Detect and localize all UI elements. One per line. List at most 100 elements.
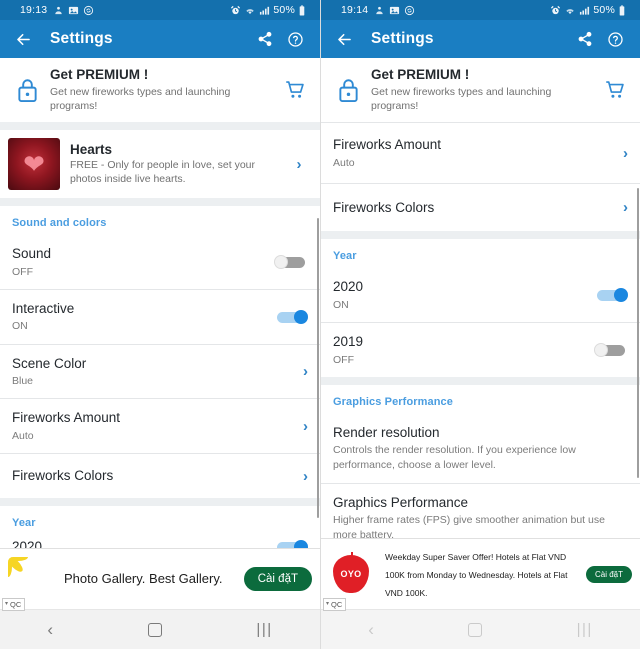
share-icon: [578, 31, 592, 47]
row-title: Fireworks Colors: [333, 199, 435, 215]
setting-row-year-2020[interactable]: 2020 ON: [321, 268, 640, 323]
section-header-sound-and-colors: Sound and colors: [0, 206, 320, 236]
premium-subtitle: Get new fireworks types and launching pr…: [371, 85, 552, 113]
row-text-block: 2020 ON: [333, 278, 586, 312]
ad-qc-badge[interactable]: ▾ QC: [323, 598, 347, 611]
row-title: Scene Color: [12, 355, 87, 371]
setting-row-scene-color[interactable]: Scene Color Blue ›: [0, 344, 320, 399]
row-title: 2019: [333, 334, 364, 350]
nav-recents-icon[interactable]: |||: [577, 621, 593, 638]
row-text-block: Fireworks Colors: [333, 199, 615, 217]
vertical-scrollbar[interactable]: [636, 188, 639, 478]
row-value: OFF: [12, 265, 33, 278]
get-premium-banner[interactable]: Get PREMIUM ! Get new fireworks types an…: [321, 58, 640, 123]
row-control[interactable]: [594, 343, 628, 358]
row-title: Fireworks Amount: [12, 410, 121, 426]
row-control[interactable]: [274, 309, 308, 324]
row-value: ON: [333, 299, 349, 312]
app-bar: Settings: [321, 20, 640, 58]
setting-row-render-resolution[interactable]: Render resolution Controls the render re…: [321, 413, 640, 483]
setting-row-year-2019[interactable]: 2019 OFF: [321, 323, 640, 377]
qc-label: QC: [10, 600, 22, 609]
premium-title: Get PREMIUM !: [50, 67, 149, 82]
row-control[interactable]: [274, 255, 308, 270]
ad-headline: Photo Gallery. Best Gallery.: [64, 571, 223, 586]
oyo-badge: OYO: [333, 552, 369, 593]
nav-back-icon[interactable]: ‹: [47, 620, 53, 640]
setting-row-graphics-performance[interactable]: Graphics Performance Higher frame rates …: [321, 483, 640, 538]
sync-icon: [405, 5, 415, 15]
ad-banner[interactable]: Photo Gallery. Best Gallery. Cài đặT ▾ Q…: [0, 548, 320, 611]
battery-icon: [619, 4, 625, 16]
nav-recents-icon[interactable]: |||: [256, 621, 272, 638]
nav-home-icon[interactable]: [468, 622, 483, 637]
signal-icon: [580, 6, 590, 15]
nav-home-icon[interactable]: [147, 622, 162, 637]
year-2020-toggle[interactable]: [594, 288, 628, 303]
premium-text-block: Get PREMIUM ! Get new fireworks types an…: [50, 67, 280, 113]
system-navigation-bar: ‹ |||: [321, 609, 640, 649]
share-button[interactable]: [250, 31, 280, 47]
share-button[interactable]: [570, 31, 600, 47]
help-button[interactable]: [280, 31, 310, 48]
row-control[interactable]: [594, 288, 628, 303]
lock-icon: [12, 78, 42, 103]
hearts-promo-row[interactable]: ❤ Hearts FREE - Only for people in love,…: [0, 130, 320, 199]
lock-icon: [333, 78, 363, 103]
setting-row-year-2020[interactable]: 2020: [0, 535, 320, 548]
row-value: Auto: [12, 429, 34, 442]
back-button[interactable]: [10, 30, 36, 49]
hearts-subtitle: FREE - Only for people in love, set your…: [70, 158, 255, 186]
row-title: Interactive: [12, 300, 75, 316]
setting-row-sound[interactable]: Sound OFF: [0, 235, 320, 289]
setting-row-fireworks-amount[interactable]: Fireworks Amount Auto ›: [321, 123, 640, 183]
ad-headline: Weekday Super Saver Offer! Hotels at Fla…: [385, 552, 568, 598]
setting-row-fireworks-colors[interactable]: Fireworks Colors ›: [321, 183, 640, 232]
year-2020-toggle[interactable]: [274, 540, 308, 548]
ad-banner[interactable]: OYO Weekday Super Saver Offer! Hotels at…: [321, 538, 640, 611]
setting-row-fireworks-colors[interactable]: Fireworks Colors ›: [0, 454, 320, 499]
shopping-cart-button[interactable]: [600, 80, 630, 100]
phone-screen-left: 19:13 50% Settings Get PREMIUM ! Get new…: [0, 0, 320, 649]
shopping-cart-icon: [286, 81, 304, 98]
row-control[interactable]: [274, 540, 308, 548]
battery-percent-label: 50%: [593, 4, 615, 16]
shopping-cart-button[interactable]: [280, 80, 310, 100]
year-2019-toggle[interactable]: [594, 343, 628, 358]
settings-scroll-area[interactable]: Get PREMIUM ! Get new fireworks types an…: [321, 58, 640, 538]
row-title: Sound: [12, 246, 52, 262]
ad-install-button[interactable]: Cài đặT: [585, 565, 632, 583]
app-bar: Settings: [0, 20, 320, 58]
section-divider: [0, 198, 320, 207]
row-text-block: 2019 OFF: [333, 333, 586, 367]
premium-text-block: Get PREMIUM ! Get new fireworks types an…: [371, 67, 600, 113]
settings-scroll-area[interactable]: Get PREMIUM ! Get new fireworks types an…: [0, 58, 320, 548]
ad-qc-badge[interactable]: ▾ QC: [2, 598, 26, 611]
vertical-scrollbar[interactable]: [316, 218, 319, 518]
wifi-icon: [566, 8, 575, 14]
help-button[interactable]: [600, 31, 630, 48]
row-title: Graphics Performance: [333, 494, 469, 510]
oyo-app-icon: OYO: [329, 552, 373, 596]
row-description: Controls the render resolution. If you e…: [333, 444, 576, 472]
row-text-block: Sound OFF: [12, 245, 266, 279]
chevron-right-icon: ›: [303, 363, 308, 381]
back-button[interactable]: [331, 30, 357, 49]
interactive-toggle[interactable]: [274, 309, 308, 324]
ad-content[interactable]: Photo Gallery. Best Gallery. Cài đặT: [0, 549, 320, 609]
row-text-block: 2020: [12, 538, 266, 548]
ad-content[interactable]: OYO Weekday Super Saver Offer! Hotels at…: [321, 539, 640, 609]
ad-install-button[interactable]: Cài đặT: [243, 567, 312, 591]
get-premium-banner[interactable]: Get PREMIUM ! Get new fireworks types an…: [0, 58, 320, 123]
setting-row-fireworks-amount[interactable]: Fireworks Amount Auto ›: [0, 399, 320, 454]
setting-row-interactive[interactable]: Interactive ON: [0, 289, 320, 344]
chevron-right-icon: ›: [623, 144, 628, 162]
section-header-year: Year: [321, 239, 640, 269]
row-text-block: Fireworks Amount Auto: [12, 409, 295, 443]
sound-toggle[interactable]: [274, 255, 308, 270]
status-bar: 19:14 50%: [321, 0, 640, 20]
row-title: Fireworks Amount: [333, 137, 442, 153]
nav-back-icon[interactable]: ‹: [368, 620, 374, 640]
row-title: 2020: [333, 279, 364, 295]
shopping-cart-icon: [606, 81, 624, 98]
